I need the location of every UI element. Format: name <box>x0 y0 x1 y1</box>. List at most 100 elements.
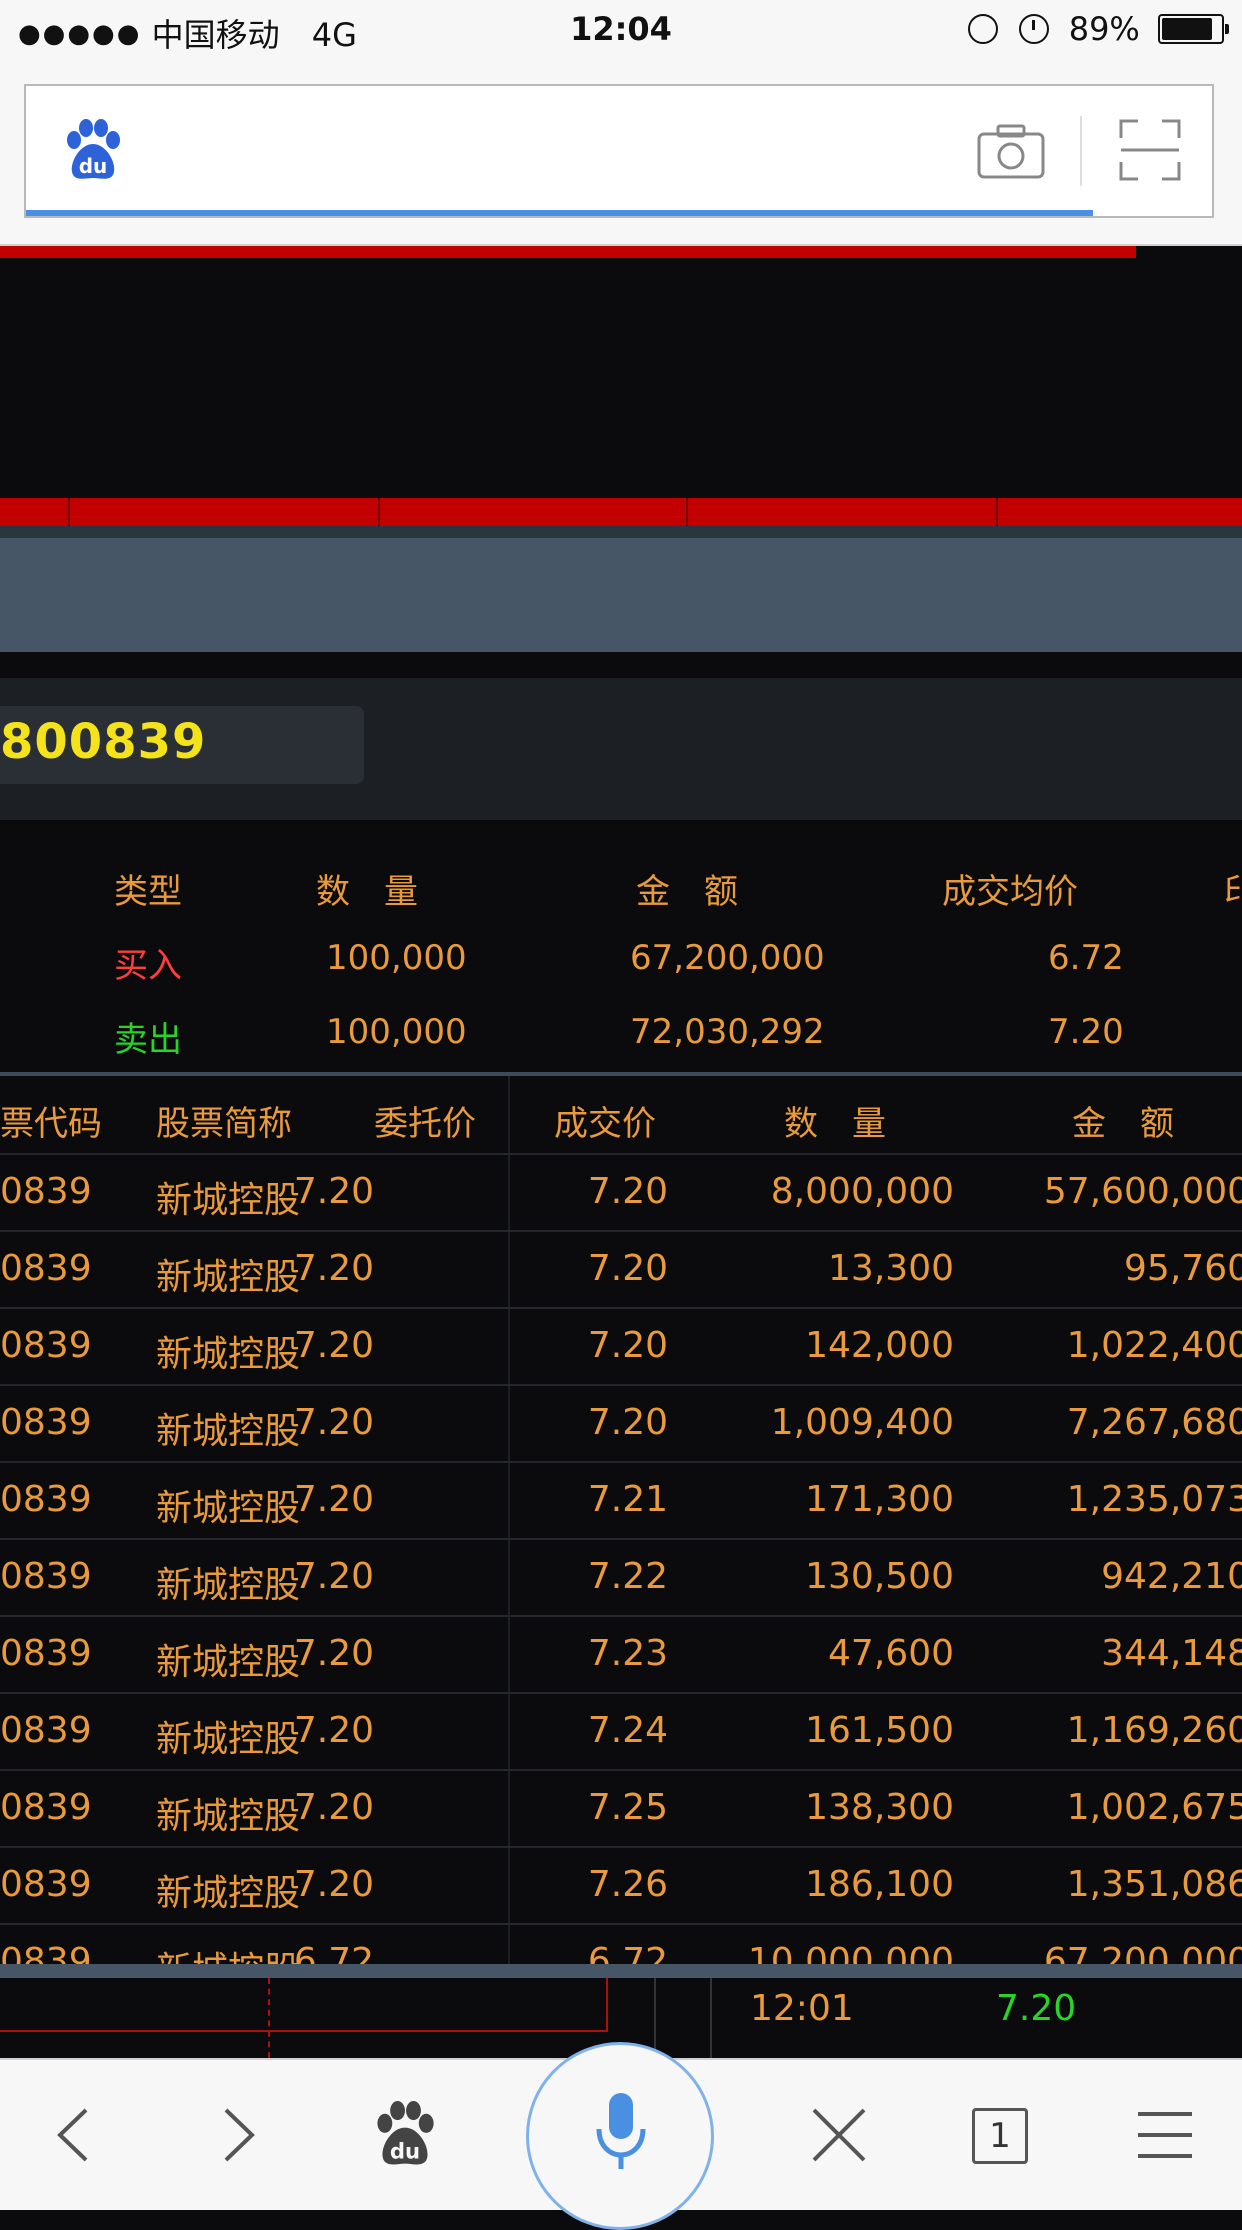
cell-qty: 47,600 <box>828 1633 954 1674</box>
stock-code-bar: 800839 <box>0 678 1242 820</box>
menu-icon[interactable] <box>1130 2100 1200 2170</box>
header-amount: 金 额 <box>1072 1104 1174 1144</box>
chart-separator <box>0 1964 1242 1978</box>
table-header: 票代码 股票简称 委托价 成交价 数 量 金 额 <box>0 1076 1242 1155</box>
cell-qty: 13,300 <box>828 1248 954 1289</box>
cell-name: 新城控股 <box>156 1719 301 1760</box>
tab-divider <box>68 498 70 526</box>
cell-name: 新城控股 <box>156 1488 301 1529</box>
summary-buy-avg: 6.72 <box>1048 938 1124 978</box>
cell-code: 0839 <box>0 1941 92 1964</box>
cell-name: 新城控股 <box>156 1796 301 1837</box>
cell-name: 新城控股 <box>156 1642 301 1683</box>
table-row[interactable]: 0839 新城控股 7.20 7.23 47,600 344,148 <box>0 1615 1242 1694</box>
cell-deal-price: 7.20 <box>587 1402 668 1443</box>
cell-amount: 1,022,400 <box>1066 1325 1242 1366</box>
summary-header-cut: 印 <box>1224 872 1242 912</box>
summary-header-avg: 成交均价 <box>942 872 1078 912</box>
summary-sell-avg: 7.20 <box>1048 1012 1124 1052</box>
baidu-logo-icon[interactable]: du <box>60 118 126 184</box>
summary-header-amount: 金 额 <box>636 872 738 912</box>
table-row[interactable]: 0839 新城控股 7.20 7.25 138,300 1,002,675 <box>0 1769 1242 1848</box>
alarm-icon <box>1018 14 1049 44</box>
chart-gridline <box>654 1978 656 2058</box>
summary-sell-qty: 100,000 <box>326 1012 467 1052</box>
voice-search-button[interactable] <box>526 2042 714 2230</box>
status-right: 89% <box>968 10 1229 48</box>
stock-code-box[interactable]: 800839 <box>0 706 364 784</box>
table-row[interactable]: 0839 新城控股 7.20 7.21 171,300 1,235,073 <box>0 1461 1242 1540</box>
tick-time: 12:01 <box>750 1988 854 2029</box>
table-row[interactable]: 0839 新城控股 7.20 7.20 142,000 1,022,400 <box>0 1307 1242 1386</box>
cell-amount: 1,351,086 <box>1066 1864 1242 1905</box>
table-row[interactable]: 0839 新城控股 7.20 7.24 161,500 1,169,260 <box>0 1692 1242 1771</box>
cell-code: 0839 <box>0 1556 92 1597</box>
browser-toolbar: du 1 <box>0 2042 1242 2230</box>
summary-buy-amount: 67,200,000 <box>630 938 825 978</box>
svg-text:du: du <box>79 154 108 178</box>
chart-line <box>606 1978 608 2032</box>
microphone-icon <box>596 2093 646 2169</box>
cell-name: 新城控股 <box>156 1941 300 1964</box>
cell-deal-price: 7.22 <box>587 1556 668 1597</box>
trade-summary: 类型 数 量 金 额 成交均价 印 买入 100,000 67,200,000 … <box>0 840 1242 1074</box>
cell-qty: 138,300 <box>805 1787 954 1828</box>
cell-deal-price: 6.72 <box>587 1941 668 1964</box>
scan-icon[interactable] <box>1118 118 1182 182</box>
battery-percent: 89% <box>1068 10 1140 48</box>
cell-code: 0839 <box>0 1710 92 1751</box>
table-row[interactable]: 0839 新城控股 7.20 7.20 1,009,400 7,267,680 <box>0 1384 1242 1463</box>
cell-order-price: 7.20 <box>293 1556 374 1597</box>
cell-code: 0839 <box>0 1325 92 1366</box>
cell-order-price: 7.20 <box>293 1248 374 1289</box>
forward-arrow-icon[interactable] <box>202 2100 272 2170</box>
chart-gridline <box>710 1978 712 2058</box>
summary-header-type: 类型 <box>114 872 182 912</box>
tabs-icon[interactable]: 1 <box>972 2108 1028 2164</box>
summary-header-qty: 数 量 <box>316 872 418 912</box>
cell-name: 新城控股 <box>156 1180 301 1221</box>
cell-amount: 67,200,000 <box>1043 1941 1242 1964</box>
baidu-paw-icon[interactable]: du <box>370 2100 440 2170</box>
cell-qty: 10,000,000 <box>747 1941 954 1964</box>
cell-name: 新城控股 <box>156 1873 301 1914</box>
cell-deal-price: 7.20 <box>587 1325 668 1366</box>
close-icon[interactable] <box>804 2100 874 2170</box>
cell-amount: 95,760 <box>1124 1248 1242 1289</box>
tab-divider <box>378 498 380 526</box>
cell-deal-price: 7.25 <box>587 1787 668 1828</box>
cell-order-price: 7.20 <box>293 1325 374 1366</box>
cell-name: 新城控股 <box>156 1334 301 1375</box>
divider <box>1080 116 1082 186</box>
cell-code: 0839 <box>0 1248 92 1289</box>
black-panel <box>0 258 1242 498</box>
cell-order-price: 7.20 <box>293 1479 374 1520</box>
cell-deal-price: 7.20 <box>587 1171 668 1212</box>
header-code: 票代码 <box>0 1104 102 1144</box>
cell-code: 0839 <box>0 1864 92 1905</box>
table-row[interactable]: 0839 新城控股 7.20 7.22 130,500 942,210 <box>0 1538 1242 1617</box>
table-row[interactable]: 0839 新城控股 7.20 7.20 13,300 95,760 <box>0 1230 1242 1309</box>
header-name: 股票简称 <box>156 1104 292 1144</box>
address-bar[interactable]: du <box>24 84 1214 218</box>
table-row[interactable]: 0839新城控股6.726.7210,000,00067,200,000 <box>0 1923 1242 1964</box>
cell-amount: 344,148 <box>1101 1633 1242 1674</box>
cell-order-price: 7.20 <box>293 1402 374 1443</box>
back-arrow-icon[interactable] <box>40 2100 110 2170</box>
chart-line <box>0 2030 608 2032</box>
camera-icon[interactable] <box>976 122 1046 180</box>
stock-code: 800839 <box>0 714 207 770</box>
battery-fill <box>1162 18 1212 40</box>
cell-code: 0839 <box>0 1171 92 1212</box>
status-bar: ●●●●● 中国移动 4G 12:04 89% <box>0 0 1242 62</box>
table-row[interactable]: 0839 新城控股 7.20 7.26 186,100 1,351,086 <box>0 1846 1242 1925</box>
chart-dashed-line <box>268 1978 270 2058</box>
red-tab-bar <box>0 498 1242 526</box>
rotation-lock-icon <box>968 14 999 44</box>
cell-qty: 171,300 <box>805 1479 954 1520</box>
table-row[interactable]: 0839 新城控股 7.20 7.20 8,000,000 57,600,000 <box>0 1153 1242 1232</box>
battery-icon <box>1158 14 1229 44</box>
cell-qty: 8,000,000 <box>770 1171 954 1212</box>
cell-name: 新城控股 <box>156 1411 301 1452</box>
cell-code: 0839 <box>0 1402 92 1443</box>
